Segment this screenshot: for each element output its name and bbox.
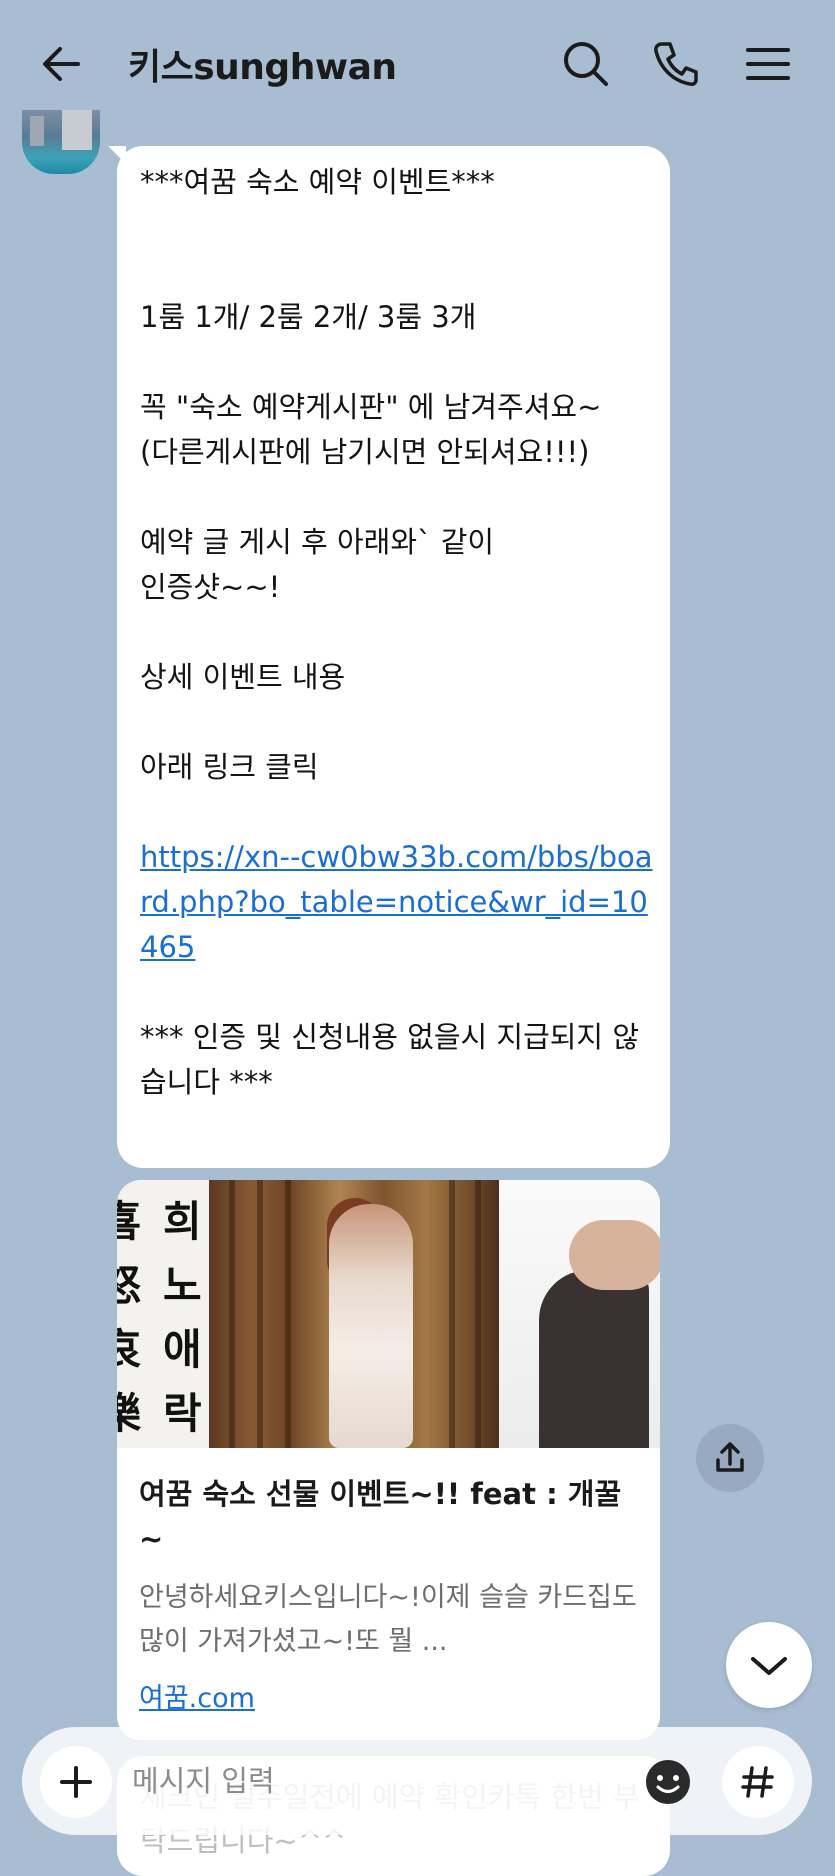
- message-line: 예약 글 게시 후 아래와` 같이: [140, 525, 495, 559]
- plus-icon: [60, 1766, 92, 1798]
- chat-title: 키스sunghwan: [128, 47, 397, 88]
- menu-icon: [746, 48, 790, 80]
- message-line: 상세 이벤트 내용: [140, 660, 346, 694]
- scroll-down-button[interactable]: [726, 1622, 812, 1708]
- link-preview-card[interactable]: 희 노 애 락 喜 怒 哀 樂 여꿈 숙소 선물 이벤트~!! feat : 개…: [117, 1180, 660, 1740]
- search-icon: [564, 42, 608, 86]
- calligraphy-char: 희: [163, 1197, 202, 1246]
- calligraphy-char: 樂: [117, 1389, 142, 1438]
- message-line: 아래 링크 클릭: [140, 750, 319, 784]
- hashtag-button[interactable]: [722, 1746, 794, 1818]
- share-icon: [716, 1442, 744, 1472]
- message-line: 인증샷~~!: [140, 570, 281, 604]
- back-button[interactable]: [36, 36, 92, 92]
- message-line: 꼭 "숙소 예약게시판" 에 남겨주셔요~: [140, 390, 602, 424]
- calligraphy-char: 락: [163, 1389, 202, 1438]
- attach-button[interactable]: [40, 1746, 112, 1818]
- call-button[interactable]: [648, 36, 704, 92]
- calligraphy-char: 喜: [117, 1197, 142, 1246]
- photo-woman-reclining: [499, 1180, 660, 1448]
- chevron-down-icon: [751, 1657, 787, 1675]
- arrow-left-icon: [43, 47, 80, 81]
- emoji-button[interactable]: [640, 1754, 696, 1810]
- message-text: ***여꿈 숙소 예약 이벤트*** 1룸 1개/ 2룸 2개/ 3룸 3개 꼭…: [140, 160, 660, 1105]
- message-input[interactable]: 메시지 입력: [132, 1758, 275, 1800]
- message-line: 1룸 1개/ 2룸 2개/ 3룸 3개: [140, 300, 477, 334]
- search-button[interactable]: [558, 36, 614, 92]
- card-title: 여꿈 숙소 선물 이벤트~!! feat : 개꿀~: [139, 1477, 622, 1556]
- calligraphy-char: 哀: [117, 1325, 142, 1374]
- menu-button[interactable]: [740, 36, 796, 92]
- card-description: 안녕하세요키스입니다~!이제 슬슬 카드집도 많이 가져가셨고~!또 뭘 ...: [139, 1582, 637, 1657]
- event-link[interactable]: https://xn--cw0bw33b.com/bbs/board.php?b…: [140, 835, 660, 970]
- calligraphy-image: 희 노 애 락 喜 怒 哀 樂: [117, 1180, 209, 1448]
- hashtag-icon: [741, 1766, 774, 1798]
- phone-icon: [654, 42, 698, 86]
- share-button[interactable]: [696, 1424, 764, 1492]
- calligraphy-char: 怒: [117, 1261, 142, 1310]
- calligraphy-char: 노: [163, 1261, 202, 1310]
- calligraphy-char: 애: [163, 1325, 202, 1374]
- card-url[interactable]: 여꿈.com: [139, 1676, 255, 1715]
- preview-image: 희 노 애 락 喜 怒 哀 樂: [117, 1180, 660, 1448]
- emoji-icon: [646, 1760, 690, 1804]
- message-line: (다른게시판에 남기시면 안되셔요!!!): [140, 435, 590, 469]
- sender-avatar[interactable]: [22, 110, 100, 174]
- message-line: ***여꿈 숙소 예약 이벤트***: [140, 165, 495, 199]
- photo-woman-bamboo: [209, 1180, 499, 1448]
- message-line: *** 인증 및 신청내용 없을시 지급되지 않습니다 ***: [140, 1020, 640, 1099]
- chat-header: 키스sunghwan: [0, 0, 835, 125]
